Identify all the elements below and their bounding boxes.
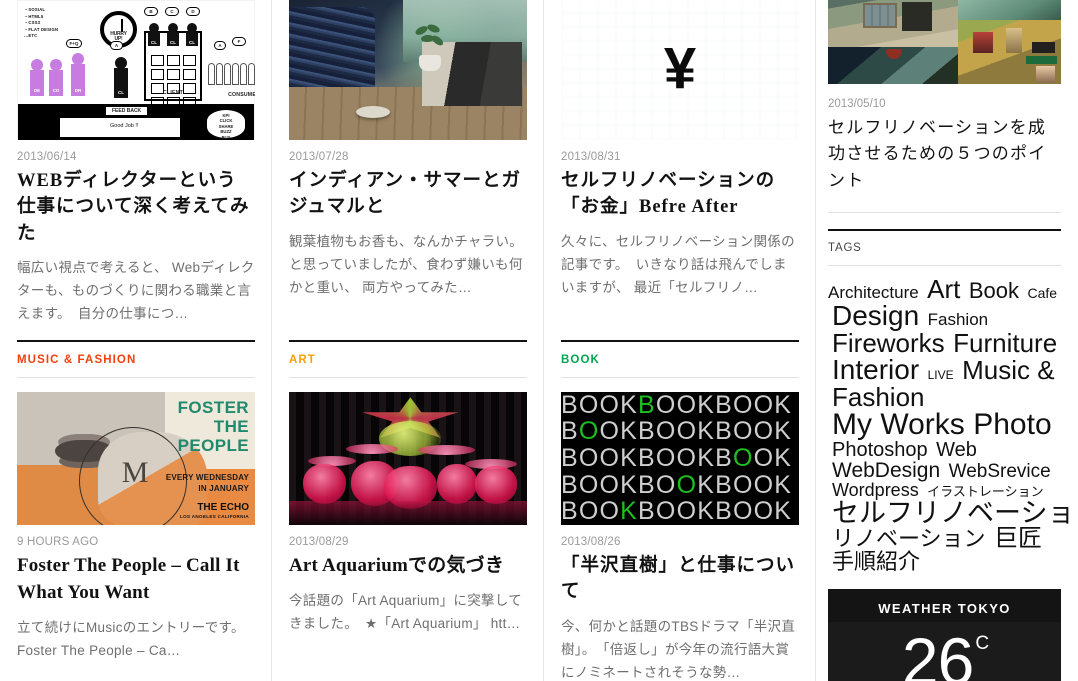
diagram-bubble-c: C bbox=[165, 7, 179, 16]
article-card-indian-summer[interactable]: 2013/07/28 インディアン・サマーとガジュマルと 観葉植物もお香も、なん… bbox=[272, 0, 544, 340]
article-card-art-aquarium[interactable]: ART 2013/08/29 Art Aquariumでの気づき 今話題の「Ar… bbox=[272, 340, 544, 681]
article-thumbnail-workflow-diagram[interactable]: ・SOSIAL ・HTML5 ・CSS3 ・FLAT DESIGN …ETC HURRY… bbox=[17, 0, 255, 140]
article-card-hanzawa-naoki[interactable]: BOOK BOOK B OOKBOOK B O OKBOOKBOOK BOOKBOOKB… bbox=[544, 340, 816, 681]
tag-link[interactable]: Wordpress bbox=[832, 480, 919, 500]
article-grid: ・SOSIAL ・HTML5 ・CSS3 ・FLAT DESIGN …ETC HURRY… bbox=[0, 0, 816, 681]
diagram-keyword-list: ・SOSIAL ・HTML5 ・CSS3 ・FLAT DESIGN …ETC bbox=[24, 7, 59, 38]
article-card-webdirector[interactable]: ・SOSIAL ・HTML5 ・CSS3 ・FLAT DESIGN …ETC HURRY… bbox=[0, 0, 272, 340]
article-date: 2013/08/26 bbox=[561, 536, 621, 548]
weather-temperature: 26 C bbox=[828, 622, 1061, 681]
tag-link[interactable]: Photo bbox=[973, 408, 1051, 441]
diagram-client-person-1: CL bbox=[148, 23, 160, 46]
weather-heading: WEATHER TOKYO bbox=[828, 589, 1061, 623]
diagram-person-de: DE bbox=[30, 59, 44, 96]
diagram-up-label: ●●% UP !! bbox=[126, 133, 148, 138]
article-thumbnail-art-aquarium[interactable] bbox=[289, 392, 527, 525]
tag-link[interactable]: 手順紹介 bbox=[832, 549, 920, 574]
poster-title: FOSTER THE PEOPLE bbox=[177, 398, 249, 456]
article-category-label[interactable]: BOOK bbox=[561, 342, 798, 377]
tag-link[interactable]: LIVE bbox=[928, 368, 954, 382]
sidebar-featured-date: 2013/05/10 bbox=[828, 98, 886, 110]
tag-link[interactable]: Photoshop bbox=[832, 439, 928, 461]
sidebar: 2013/05/10 セルフリノベーションを成功させるための５つのポイント TA… bbox=[816, 0, 1078, 681]
article-thumbnail-book-grid[interactable]: BOOK B OOKBOOK B O OKBOOKBOOK BOOKBOOKB O OK B… bbox=[561, 392, 799, 525]
article-title[interactable]: WEBディレクターという仕事について深く考えてみた bbox=[17, 168, 255, 247]
article-excerpt: 立て続けにMusicのエントリーです。Foster The People – C… bbox=[17, 619, 245, 659]
diagram-client-person-3: CL bbox=[186, 23, 198, 46]
article-thumbnail-cafe-interior[interactable] bbox=[289, 0, 527, 140]
article-title[interactable]: Art Aquariumでの気づき bbox=[289, 553, 527, 580]
article-card-selfrenovation-money[interactable]: ¥ 2013/08/31 セルフリノベーションの「お金」Befre After … bbox=[544, 0, 816, 340]
tag-link[interactable]: Music & bbox=[962, 355, 1054, 385]
article-thumbnail-foster-poster[interactable]: M FOSTER THE PEOPLE EVERY WEDNESDAY IN JANU… bbox=[17, 392, 255, 525]
diagram-bubble-a2: A bbox=[214, 41, 226, 50]
diagram-bubble-f: F bbox=[232, 37, 246, 46]
tag-link[interactable]: WebDesign bbox=[832, 459, 940, 482]
tag-link[interactable]: Book bbox=[969, 278, 1019, 303]
article-date: 2013/08/31 bbox=[561, 151, 621, 163]
tag-link[interactable]: Art bbox=[927, 274, 960, 304]
poster-subtitle: EVERY WEDNESDAY IN JANUARY bbox=[165, 473, 249, 493]
article-title[interactable]: インディアン・サマーとガジュマルと bbox=[289, 168, 527, 221]
weather-unit: C bbox=[975, 633, 990, 655]
yen-icon: ¥ bbox=[663, 35, 697, 101]
book-text-grid: BOOK B OOKBOOK B O OKBOOKBOOK BOOKBOOKB O OK B… bbox=[561, 392, 799, 525]
diagram-bubble-fq: F+Q bbox=[66, 39, 82, 48]
article-excerpt: 今、何かと話題のTBSドラマ「半沢直樹」。 「倍返し」が今年の流行語大賞にノミネ… bbox=[561, 618, 796, 680]
diagram-client-person-2: CL bbox=[167, 23, 179, 46]
article-title[interactable]: セルフリノベーションの「お金」Befre After bbox=[561, 168, 799, 221]
category-divider bbox=[17, 377, 255, 378]
tags-divider bbox=[828, 265, 1061, 267]
article-date: 2013/07/28 bbox=[289, 151, 349, 163]
article-excerpt: 幅広い視点で考えると、 Webディレクターも、ものづくりに関わる職業と言えます。… bbox=[17, 259, 255, 322]
diagram-kpi-badge: KPI CLICK SHARE BUZZ BUY bbox=[206, 109, 246, 140]
diagram-person-dr: DR bbox=[71, 53, 85, 96]
tag-link[interactable]: Web bbox=[936, 439, 977, 461]
article-date: 2013/08/29 bbox=[289, 536, 349, 548]
weather-widget[interactable]: WEATHER TOKYO 26 C bbox=[828, 589, 1061, 681]
weather-temp-value: 26 bbox=[901, 624, 974, 681]
tag-link[interactable]: 巨匠 bbox=[994, 525, 1042, 552]
tag-cloud: Architecture Art Book Cafe Design Fashio… bbox=[828, 274, 1078, 574]
diagram-bubble-d: D bbox=[186, 7, 200, 16]
article-title[interactable]: 「半沢直樹」と仕事について bbox=[561, 553, 799, 606]
article-title[interactable]: Foster The People – Call It What You Wan… bbox=[17, 553, 255, 607]
article-excerpt: 久々に、セルフリノベーション関係の記事です。 いきなり話は飛んでしまいますが、 … bbox=[561, 233, 795, 295]
poster-venue: THE ECHO LOS ANGELES CALIFORNIA bbox=[180, 502, 249, 519]
article-date: 2013/06/14 bbox=[17, 151, 77, 163]
sidebar-divider-light bbox=[828, 212, 1061, 214]
tag-link[interactable]: イラストレーション bbox=[927, 484, 1043, 499]
tag-link[interactable]: WebSrevice bbox=[949, 461, 1051, 482]
article-date: 9 HOURS AGO bbox=[17, 536, 99, 548]
article-row-1: ・SOSIAL ・HTML5 ・CSS3 ・FLAT DESIGN …ETC HURRY… bbox=[0, 0, 816, 340]
article-card-foster-the-people[interactable]: MUSIC & FASHION M FOSTER THE PEOPLE EVERY … bbox=[0, 340, 272, 681]
tags-heading: TAGS bbox=[828, 242, 862, 255]
tag-link[interactable]: リノベーション bbox=[832, 526, 986, 551]
diagram-goodjob-label: Good Job !! bbox=[110, 123, 139, 129]
diagram-bubble-b: B bbox=[144, 7, 158, 16]
diagram-feedback-label: FEED BACK bbox=[106, 107, 148, 115]
article-excerpt: 観葉植物もお香も、なんかチャラい。と思っていましたが、食わず嫌いも何かと重い、 … bbox=[289, 233, 524, 295]
tag-link[interactable]: My Works bbox=[832, 408, 965, 441]
diagram-person-co: CO bbox=[49, 59, 63, 96]
diagram-consumer-block: CONSUMER bbox=[208, 57, 255, 101]
tag-link[interactable]: セルフリノベーション bbox=[832, 498, 1078, 528]
tag-link[interactable]: Design bbox=[832, 300, 919, 331]
article-category-label[interactable]: MUSIC & FASHION bbox=[17, 342, 254, 377]
diagram-person-cl: CL bbox=[114, 57, 128, 98]
article-excerpt: 今話題の「Art Aquarium」に突撃してきました。 ★「Art Aquar… bbox=[289, 592, 523, 632]
tag-link[interactable]: Furniture bbox=[953, 328, 1057, 358]
article-category-label[interactable]: ART bbox=[289, 342, 526, 377]
page-root: ・SOSIAL ・HTML5 ・CSS3 ・FLAT DESIGN …ETC HURRY… bbox=[0, 0, 1078, 681]
category-divider bbox=[561, 377, 799, 378]
article-row-2: MUSIC & FASHION M FOSTER THE PEOPLE EVERY … bbox=[0, 340, 816, 681]
category-divider bbox=[289, 377, 527, 378]
tag-link[interactable]: Interior bbox=[832, 354, 919, 385]
sidebar-featured-thumbnail[interactable] bbox=[828, 0, 1061, 84]
article-thumbnail-yen-symbol[interactable]: ¥ bbox=[561, 0, 799, 140]
tag-link[interactable]: Fashion bbox=[928, 310, 988, 329]
tag-link[interactable]: Cafe bbox=[1027, 285, 1057, 301]
sidebar-featured-title[interactable]: セルフリノベーションを成功させるための５つのポイント bbox=[828, 115, 1061, 194]
diagram-bubble-a: A bbox=[110, 41, 123, 50]
